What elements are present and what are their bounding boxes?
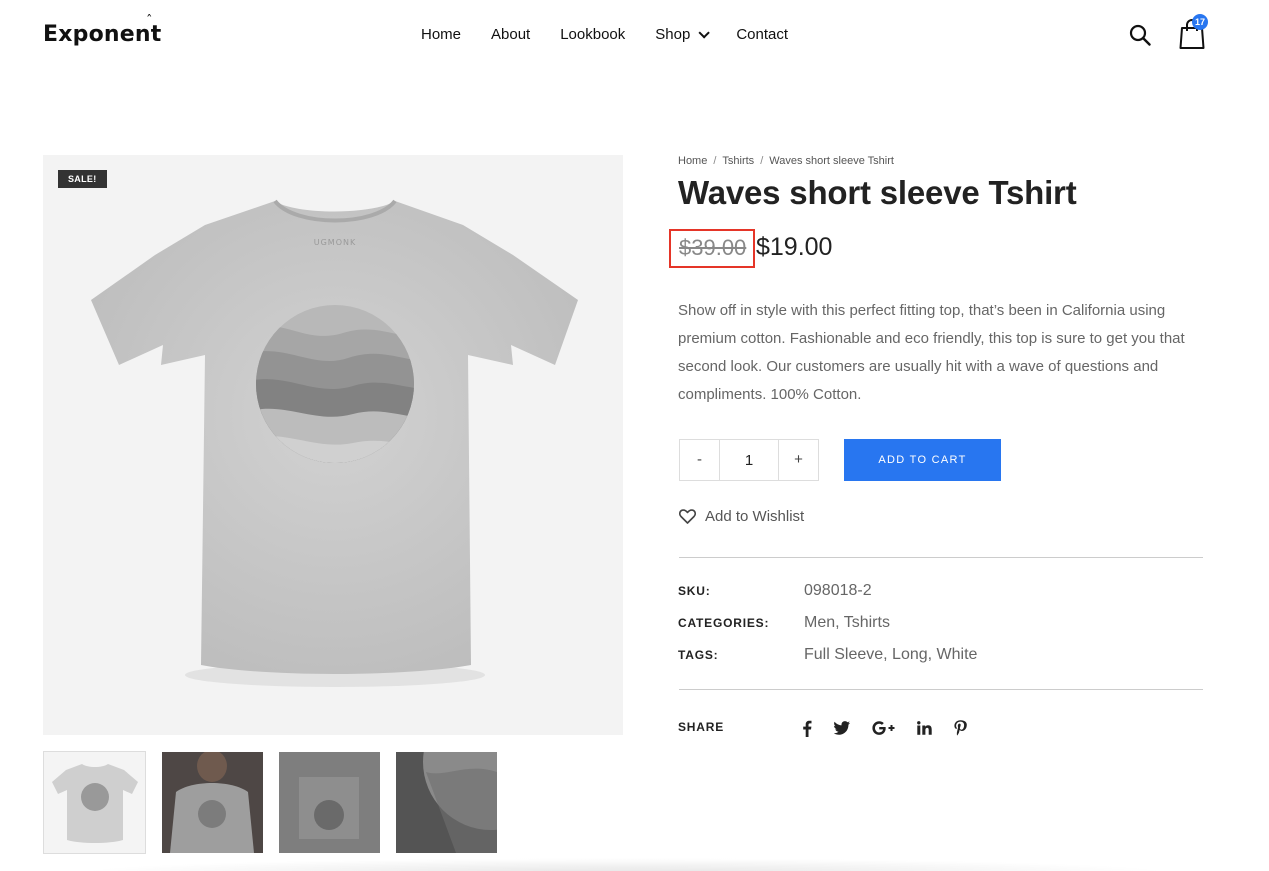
breadcrumb-separator: / — [713, 155, 717, 167]
thumbnail-2[interactable] — [162, 752, 263, 853]
thumbnail-strip — [43, 751, 513, 854]
price-highlight-box — [669, 229, 755, 268]
site-header: Exponent ˆ Home About Lookbook Shop Cont… — [0, 0, 1269, 70]
divider — [679, 689, 1203, 690]
categories-label: CATEGORIES: — [678, 616, 770, 630]
add-to-wishlist-link[interactable]: Add to Wishlist — [679, 508, 804, 525]
nav-shop-label: Shop — [655, 26, 691, 43]
add-to-cart-button[interactable]: ADD TO CART — [844, 439, 1001, 481]
wishlist-label: Add to Wishlist — [705, 508, 805, 525]
product-main-image[interactable]: UGMONK — [43, 155, 623, 735]
heart-icon — [679, 509, 696, 524]
logo-caret-mark: ˆ — [146, 14, 153, 29]
quantity-decrease-button[interactable]: - — [680, 440, 720, 480]
chevron-down-icon — [698, 26, 711, 39]
quantity-input[interactable] — [720, 440, 778, 480]
twitter-icon[interactable] — [834, 719, 850, 737]
tags-value[interactable]: Full Sleeve, Long, White — [804, 646, 977, 664]
nav-contact[interactable]: Contact — [736, 26, 788, 43]
cart-count-badge: 17 — [1192, 14, 1208, 30]
nav-lookbook[interactable]: Lookbook — [560, 26, 625, 43]
product-description: Show off in style with this perfect fitt… — [678, 302, 1185, 403]
breadcrumb: Home / Tshirts / Waves short sleeve Tshi… — [678, 155, 894, 167]
shirt-print-text: UGMONK — [314, 238, 356, 247]
product-title: Waves short sleeve Tshirt — [678, 174, 1077, 211]
divider — [679, 557, 1203, 558]
sku-value: 098018-2 — [804, 582, 872, 599]
page-bottom-shadow — [70, 858, 1180, 871]
facebook-icon[interactable] — [802, 719, 812, 737]
pinterest-icon[interactable] — [954, 719, 967, 737]
sale-badge: SALE! — [58, 170, 107, 188]
sku-label: SKU: — [678, 584, 711, 598]
categories-value[interactable]: Men, Tshirts — [804, 614, 890, 632]
price-sale: $19.00 — [756, 233, 833, 261]
linkedin-icon[interactable] — [917, 719, 932, 737]
quantity-stepper: - + — [679, 439, 819, 481]
breadcrumb-tshirts[interactable]: Tshirts — [722, 155, 754, 167]
site-logo[interactable]: Exponent — [43, 22, 161, 47]
tags-label: TAGS: — [678, 648, 719, 662]
google-plus-icon[interactable] — [872, 719, 895, 737]
main-nav: Home About Lookbook Shop Contact — [421, 26, 818, 43]
breadcrumb-home[interactable]: Home — [678, 155, 707, 167]
search-icon[interactable] — [1129, 24, 1151, 46]
breadcrumb-current: Waves short sleeve Tshirt — [769, 155, 894, 167]
nav-shop[interactable]: Shop — [655, 26, 711, 43]
thumbnail-1[interactable] — [43, 751, 146, 854]
share-icons — [802, 719, 989, 737]
thumbnail-4[interactable] — [396, 752, 497, 853]
breadcrumb-separator: / — [760, 155, 764, 167]
share-label: SHARE — [678, 720, 725, 734]
nav-home[interactable]: Home — [421, 26, 461, 43]
thumbnail-3[interactable] — [279, 752, 380, 853]
tshirt-image: UGMONK — [91, 199, 578, 687]
nav-about[interactable]: About — [491, 26, 530, 43]
quantity-increase-button[interactable]: + — [778, 440, 818, 480]
